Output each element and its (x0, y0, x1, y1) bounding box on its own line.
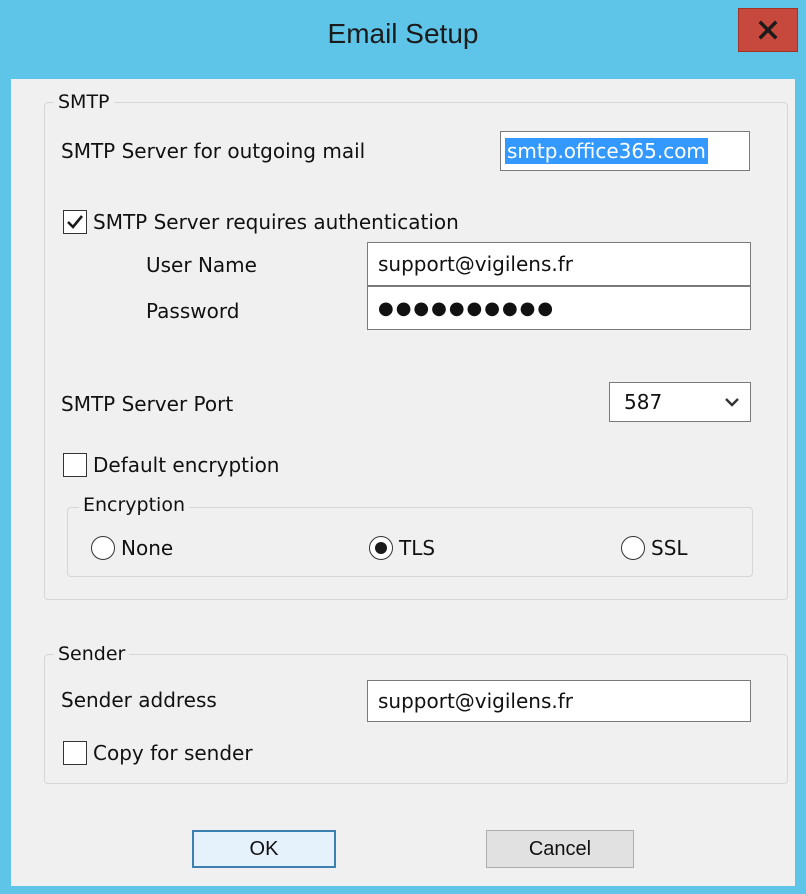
smtp-server-input[interactable]: smtp.office365.com (500, 131, 750, 171)
sender-address-label: Sender address (61, 688, 217, 712)
radio-tls-label[interactable]: TLS (399, 536, 435, 560)
radio-selected-dot (375, 542, 387, 554)
cancel-button[interactable]: Cancel (486, 830, 634, 868)
default-encryption-label[interactable]: Default encryption (93, 453, 279, 477)
window-title: Email Setup (327, 18, 479, 49)
radio-none-label[interactable]: None (121, 536, 173, 560)
encryption-group-label: Encryption (79, 494, 190, 516)
copy-for-sender-checkbox[interactable] (63, 741, 87, 765)
close-button[interactable] (738, 8, 798, 52)
password-label: Password (146, 299, 240, 323)
auth-checkbox[interactable] (63, 210, 87, 234)
radio-none[interactable] (91, 536, 115, 560)
smtp-port-label: SMTP Server Port (61, 392, 234, 416)
smtp-port-select[interactable]: 587 (609, 382, 751, 422)
copy-for-sender-label[interactable]: Copy for sender (93, 741, 253, 765)
ok-button[interactable]: OK (192, 830, 336, 868)
smtp-server-label: SMTP Server for outgoing mail (61, 139, 366, 163)
sender-address-input[interactable]: support@vigilens.fr (367, 680, 751, 722)
username-input[interactable]: support@vigilens.fr (367, 242, 751, 286)
radio-ssl-label[interactable]: SSL (651, 536, 688, 560)
dialog-body: SMTP SMTP Server for outgoing mail smtp.… (11, 79, 795, 886)
smtp-port-value: 587 (624, 390, 663, 414)
password-input[interactable]: ●●●●●●●●●● (367, 286, 751, 330)
chevron-down-icon (725, 398, 739, 407)
radio-tls[interactable] (369, 536, 393, 560)
default-encryption-checkbox[interactable] (63, 453, 87, 477)
email-setup-window: Email Setup SMTP SMTP Server for outgoin… (0, 0, 806, 894)
smtp-group-label: SMTP (54, 91, 114, 113)
radio-ssl[interactable] (621, 536, 645, 560)
username-label: User Name (146, 253, 257, 277)
password-value: ●●●●●●●●●● (378, 297, 556, 319)
sender-group-label: Sender (54, 643, 130, 665)
title-bar[interactable]: Email Setup (0, 0, 806, 80)
checkmark-icon (67, 215, 84, 229)
auth-checkbox-label[interactable]: SMTP Server requires authentication (93, 210, 459, 234)
close-icon (758, 20, 778, 40)
smtp-server-value: smtp.office365.com (505, 138, 708, 164)
